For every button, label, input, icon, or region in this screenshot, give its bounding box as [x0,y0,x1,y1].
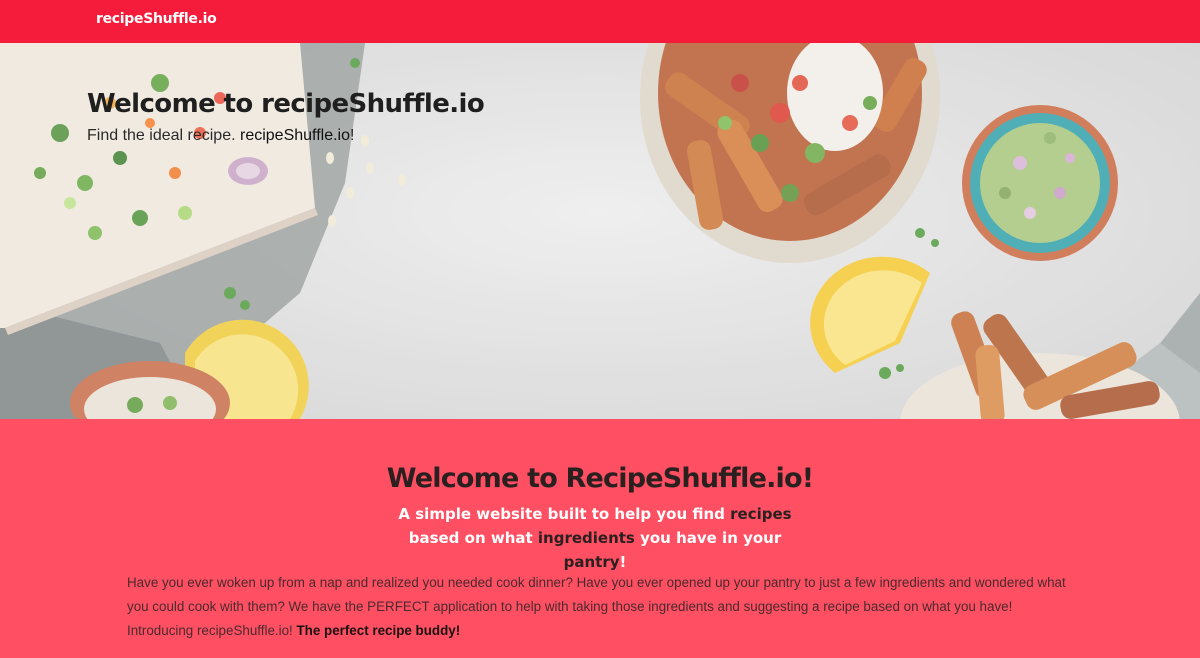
hero-title: Welcome to recipeShuffle.io [87,89,485,119]
tagline-recipes: recipes [730,505,792,523]
intro-section: Welcome to RecipeShuffle.io! A simple we… [0,419,1200,658]
intro-body-text: Have you ever woken up from a nap and re… [127,575,1066,638]
tagline-part1: A simple website built to help you find [398,505,731,523]
tagline-ingredients: ingredients [537,529,635,547]
intro-body-strong: The perfect recipe buddy! [296,623,461,638]
intro-body: Have you ever woken up from a nap and re… [127,571,1067,643]
intro-title: Welcome to RecipeShuffle.io! [386,463,814,494]
tagline-part4: ! [619,553,627,571]
tagline-part3: you have in your [634,529,782,547]
navbar: recipeShuffle.io [0,0,1200,43]
hero-subtitle-brand: recipeShuffle.io [239,127,350,144]
intro-tagline: A simple website built to help you find … [390,502,800,574]
hero-subtitle: Find the ideal recipe. recipeShuffle.io! [87,127,354,145]
hero-banner: Welcome to recipeShuffle.io Find the ide… [0,43,1200,419]
hero-subtitle-suffix: ! [349,127,355,144]
tagline-pantry: pantry [563,553,620,571]
tagline-part2: based on what [408,529,538,547]
hero-subtitle-prefix: Find the ideal recipe. [87,127,240,144]
brand-link[interactable]: recipeShuffle.io [96,11,217,27]
